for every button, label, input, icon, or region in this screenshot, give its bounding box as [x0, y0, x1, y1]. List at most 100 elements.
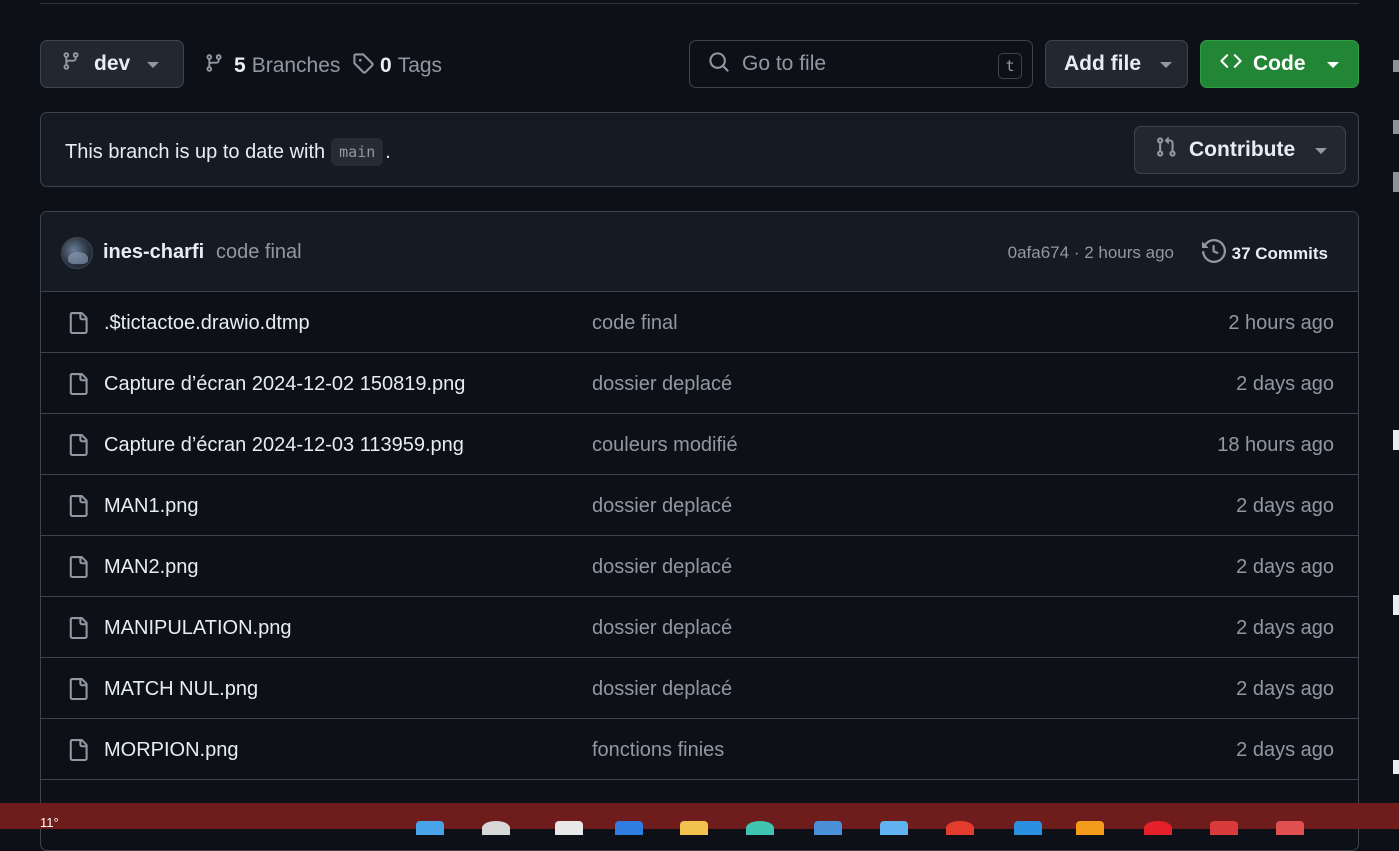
calendar-icon[interactable] [880, 821, 908, 835]
sidebar-edge [1393, 120, 1399, 134]
commit-author[interactable]: ines-charfi [103, 241, 204, 264]
file-list: ines-charfi code final 0afa674 · 2 hours… [40, 211, 1359, 851]
base-branch-link[interactable]: main [331, 138, 384, 166]
file-name-link[interactable]: MAN1.png [104, 495, 199, 518]
file-commit-date: 2 days ago [1236, 495, 1334, 517]
search-input[interactable] [742, 52, 982, 76]
status-text: This branch is up to date with [65, 140, 326, 163]
file-name-link[interactable]: Capture d’écran 2024-12-03 113959.png [104, 434, 464, 457]
file-commit-message[interactable]: dossier deplacé [592, 556, 732, 579]
file-icon [67, 737, 89, 768]
os-taskbar: 11° [0, 803, 1399, 835]
branches-link[interactable]: 5 Branches [204, 52, 340, 80]
code-label: Code [1253, 52, 1306, 75]
top-divider [40, 3, 1359, 4]
code-button[interactable]: Code [1200, 40, 1359, 88]
table-row[interactable]: MANIPULATION.png dossier deplacé 2 days ag… [41, 597, 1358, 658]
chevron-down-icon [1327, 62, 1339, 68]
avatar[interactable] [61, 237, 93, 269]
file-name-link[interactable]: MATCH NUL.png [104, 678, 258, 701]
tags-label: Tags [397, 54, 443, 77]
file-commit-message[interactable]: dossier deplacé [592, 617, 732, 640]
file-commit-message[interactable]: dossier deplacé [592, 678, 732, 701]
app-icon[interactable] [1276, 821, 1304, 835]
commit-message[interactable]: code final [216, 241, 302, 264]
go-to-file-search[interactable]: t [689, 40, 1033, 88]
file-commit-message[interactable]: dossier deplacé [592, 373, 732, 396]
app-icon[interactable] [1076, 821, 1104, 835]
branch-selector-button[interactable]: dev [40, 40, 184, 88]
file-icon [67, 493, 89, 524]
branch-status-box: This branch is up to date with main . Co… [40, 112, 1359, 187]
tag-icon [352, 52, 374, 80]
git-branch-icon [61, 50, 81, 78]
file-name-link[interactable]: MORPION.png [104, 739, 238, 762]
file-commit-message[interactable]: code final [592, 312, 678, 335]
status-suffix: . [385, 140, 391, 163]
commits-history-link[interactable]: 37 Commits [1201, 238, 1328, 268]
file-icon [67, 615, 89, 646]
store-icon[interactable] [814, 821, 842, 835]
edge-browser-icon[interactable] [615, 821, 643, 835]
sidebar-edge [1393, 60, 1399, 72]
file-commit-message[interactable]: dossier deplacé [592, 495, 732, 518]
file-icon [67, 371, 89, 402]
sidebar-edge [1393, 760, 1399, 774]
commit-sha-time[interactable]: 0afa674 · 2 hours ago [1008, 243, 1174, 263]
contribute-button[interactable]: Contribute [1134, 126, 1346, 174]
file-commit-date: 2 days ago [1236, 373, 1334, 395]
file-commit-message[interactable]: fonctions finies [592, 739, 724, 762]
branches-label: Branches [251, 54, 341, 77]
table-row[interactable]: MAN2.png dossier deplacé 2 days ago [41, 536, 1358, 597]
app-icon[interactable] [946, 821, 974, 835]
history-icon [1201, 238, 1226, 268]
file-name-link[interactable]: .$tictactoe.drawio.dtmp [104, 312, 310, 335]
file-name-link[interactable]: MAN2.png [104, 556, 199, 579]
table-row[interactable]: Capture d’écran 2024-12-03 113959.png cou… [41, 414, 1358, 475]
search-icon [708, 51, 730, 78]
file-icon [67, 310, 89, 341]
vscode-icon[interactable] [1014, 821, 1042, 835]
table-row[interactable]: .$tictactoe.drawio.dtmp code final 2 hours… [41, 292, 1358, 353]
code-icon [1219, 50, 1243, 78]
branch-name: dev [94, 52, 131, 75]
contribute-label: Contribute [1189, 138, 1296, 161]
sidebar-edge [1393, 595, 1399, 615]
file-commit-date: 2 hours ago [1228, 312, 1334, 334]
branch-status-message: This branch is up to date with main . [65, 138, 391, 166]
task-view-icon[interactable] [555, 821, 583, 835]
file-icon [67, 432, 89, 463]
commits-label: Commits [1255, 243, 1328, 263]
latest-commit-header: ines-charfi code final 0afa674 · 2 hours… [41, 212, 1358, 292]
table-row[interactable]: MORPION.png fonctions finies 2 days ago [41, 719, 1358, 780]
tags-link[interactable]: 0 Tags [352, 52, 442, 80]
weather-temperature[interactable]: 11° [40, 815, 59, 830]
file-commit-date: 2 days ago [1236, 617, 1334, 639]
tags-count: 0 [380, 54, 392, 77]
search-icon[interactable] [482, 821, 510, 835]
sidebar-edge [1393, 430, 1399, 450]
file-explorer-icon[interactable] [680, 821, 708, 835]
table-row[interactable]: Capture d’écran 2024-12-02 150819.png dos… [41, 353, 1358, 414]
file-commit-date: 2 days ago [1236, 556, 1334, 578]
file-commit-message[interactable]: couleurs modifié [592, 434, 738, 457]
file-name-link[interactable]: Capture d’écran 2024-12-02 150819.png [104, 373, 465, 396]
keyboard-shortcut-hint: t [998, 53, 1022, 79]
git-branch-icon [204, 52, 224, 80]
app-icon[interactable] [746, 821, 774, 835]
sidebar-edge [1393, 172, 1399, 192]
opera-icon[interactable] [1144, 821, 1172, 835]
add-file-button[interactable]: Add file [1045, 40, 1188, 88]
chevron-down-icon [1160, 62, 1172, 68]
git-pull-request-icon [1155, 136, 1177, 164]
windows-start-icon[interactable] [416, 821, 444, 835]
file-commit-date: 2 days ago [1236, 739, 1334, 761]
table-row[interactable]: MAN1.png dossier deplacé 2 days ago [41, 475, 1358, 536]
file-icon [67, 676, 89, 707]
file-name-link[interactable]: MANIPULATION.png [104, 617, 291, 640]
gmail-icon[interactable] [1210, 821, 1238, 835]
chevron-down-icon [1315, 148, 1327, 154]
file-commit-date: 2 days ago [1236, 678, 1334, 700]
branches-count: 5 [234, 54, 246, 77]
table-row[interactable]: MATCH NUL.png dossier deplacé 2 days ago [41, 658, 1358, 719]
